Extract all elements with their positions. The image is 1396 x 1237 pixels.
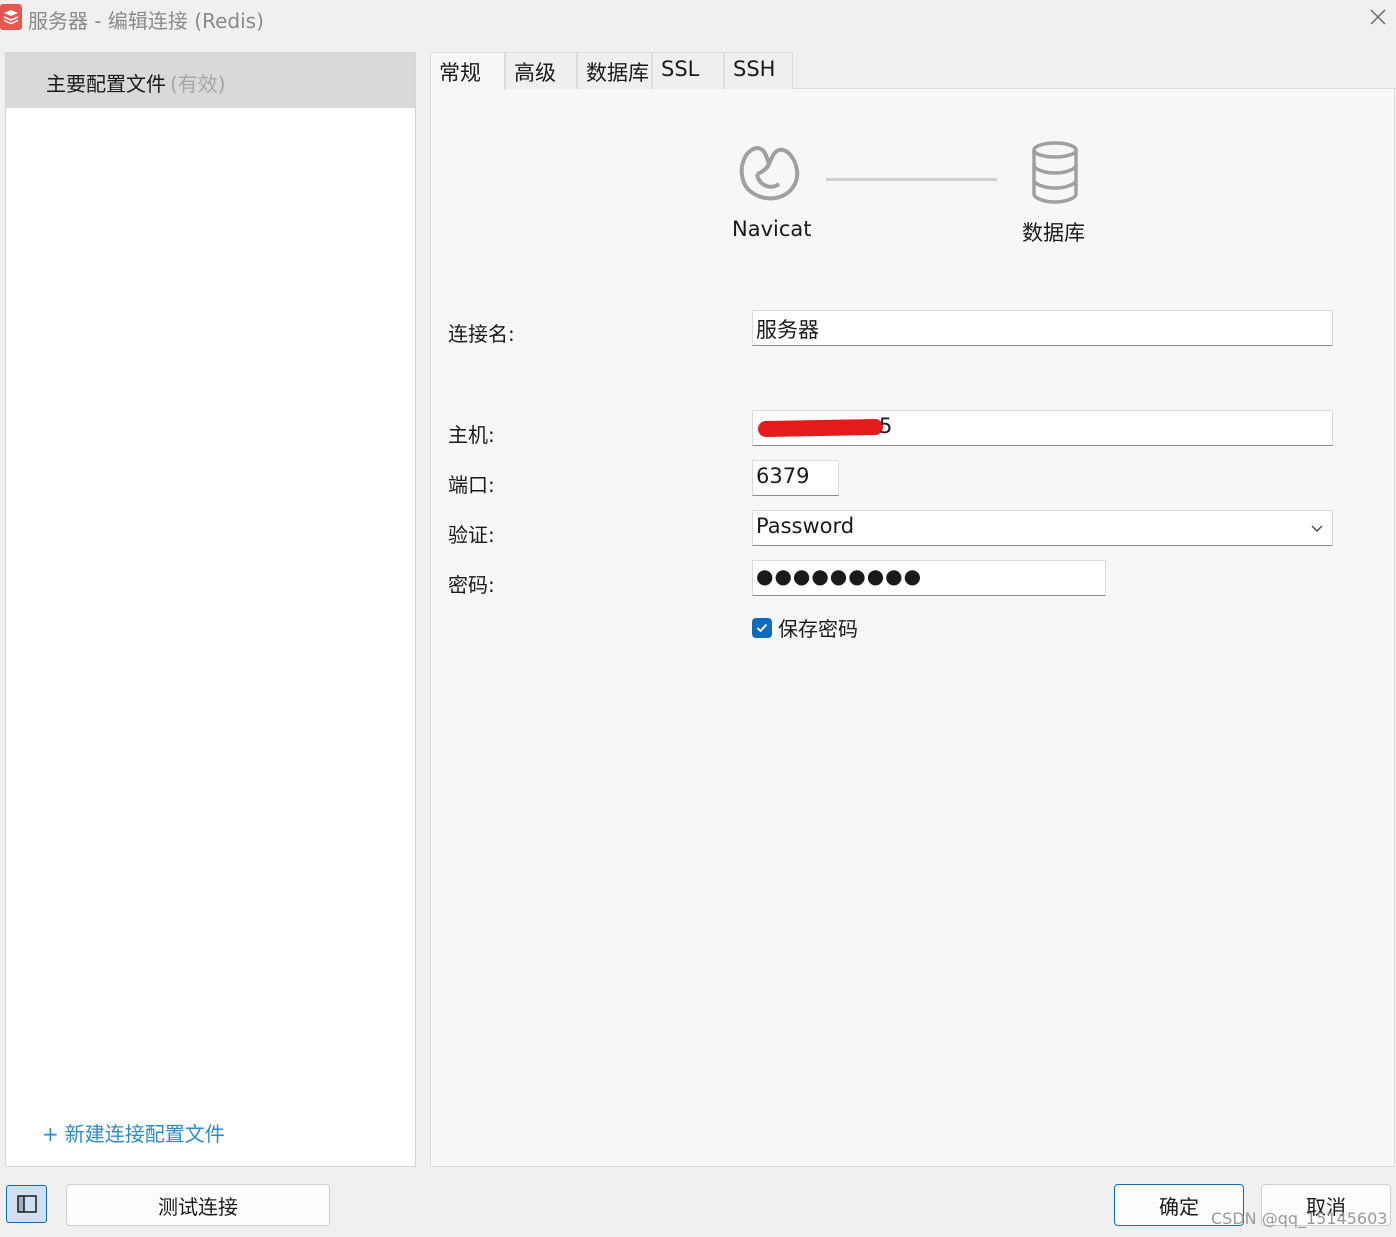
plus-icon: + xyxy=(42,1122,59,1146)
test-connection-button[interactable]: 测试连接 xyxy=(66,1184,330,1226)
profile-item-main[interactable]: 主要配置文件 (有效) xyxy=(6,53,415,108)
password-label: 密码: xyxy=(448,573,495,597)
watermark-text: CSDN @qq_15145603 xyxy=(1211,1209,1388,1228)
save-password-checkbox[interactable]: 保存密码 xyxy=(752,613,858,642)
profile-status: (有效) xyxy=(170,72,226,96)
profile-list-panel: 主要配置文件 (有效) + 新建连接配置文件 xyxy=(5,52,416,1167)
connection-name-label: 连接名: xyxy=(448,322,515,346)
database-icon xyxy=(1032,141,1078,204)
sidebar-panel-icon xyxy=(16,1195,37,1213)
new-profile-link[interactable]: + 新建连接配置文件 xyxy=(42,1118,225,1147)
profile-name-label: 主要配置文件 xyxy=(46,72,166,96)
profile-name: 主要配置文件 (有效) xyxy=(46,68,226,97)
tab-advanced[interactable]: 高级 xyxy=(505,52,577,89)
save-password-label: 保存密码 xyxy=(778,617,858,641)
password-input[interactable]: ●●●●●●●●● xyxy=(752,560,1106,596)
port-label: 端口: xyxy=(448,473,495,497)
auth-select-value: Password xyxy=(756,514,855,538)
host-input[interactable]: 5 xyxy=(752,410,1333,446)
tab-ssl[interactable]: SSL xyxy=(652,52,724,89)
checkbox-checked-icon[interactable] xyxy=(752,617,772,638)
chevron-down-icon xyxy=(1311,525,1323,532)
host-visible-text: 5 xyxy=(879,414,893,438)
tab-bar: 常规 高级 数据库 SSL SSH xyxy=(430,52,793,90)
tab-database[interactable]: 数据库 xyxy=(577,52,652,89)
redis-app-icon xyxy=(0,4,22,30)
auth-label: 验证: xyxy=(448,523,495,547)
navicat-logo-icon xyxy=(739,145,800,201)
navicat-label: Navicat xyxy=(732,217,812,241)
new-profile-label: 新建连接配置文件 xyxy=(64,1122,225,1146)
title-bar: 服务器 - 编辑连接 (Redis) xyxy=(0,0,1396,36)
close-button[interactable] xyxy=(1360,0,1396,34)
redaction-mark xyxy=(757,418,884,438)
auth-select[interactable]: Password xyxy=(752,510,1333,546)
tab-general[interactable]: 常规 xyxy=(430,52,505,90)
port-input[interactable]: 6379 xyxy=(752,460,839,496)
window-title: 服务器 - 编辑连接 (Redis) xyxy=(28,9,264,33)
database-label: 数据库 xyxy=(1022,221,1085,245)
host-label: 主机: xyxy=(448,423,495,447)
connection-line xyxy=(826,178,997,181)
close-icon xyxy=(1370,9,1386,25)
connection-name-input[interactable]: 服务器 xyxy=(752,310,1333,346)
tab-ssh[interactable]: SSH xyxy=(724,52,793,89)
sidebar-toggle-button[interactable] xyxy=(6,1185,47,1223)
general-tab-panel xyxy=(430,88,1395,1167)
